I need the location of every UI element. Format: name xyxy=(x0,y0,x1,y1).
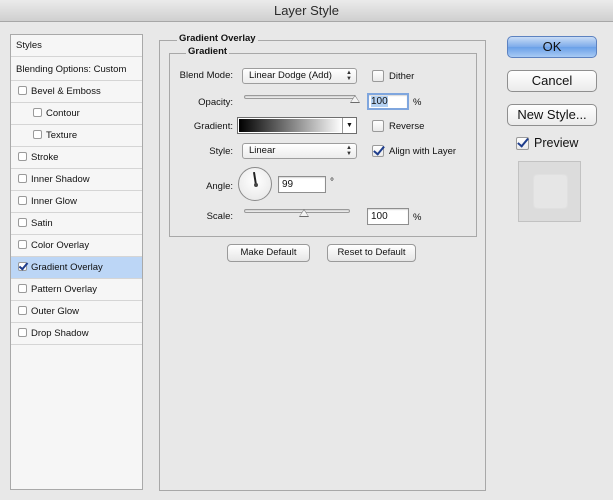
style-item-inner-glow[interactable]: Inner Glow xyxy=(11,191,142,213)
style-item-label: Inner Shadow xyxy=(31,174,90,185)
updown-arrows-icon: ▲ ▼ xyxy=(346,145,352,157)
style-checkbox[interactable] xyxy=(18,174,27,183)
style-item-label: Contour xyxy=(46,108,80,119)
scale-slider[interactable] xyxy=(244,209,350,213)
window-title-bar[interactable]: Layer Style xyxy=(0,0,613,22)
new-style-button[interactable]: New Style... xyxy=(507,104,597,126)
style-item-satin[interactable]: Satin xyxy=(11,213,142,235)
make-default-button[interactable]: Make Default xyxy=(227,244,310,262)
style-checkbox[interactable] xyxy=(33,130,42,139)
style-checkbox[interactable] xyxy=(18,196,27,205)
ok-label: OK xyxy=(542,39,562,54)
style-select[interactable]: Linear ▲ ▼ xyxy=(242,143,357,159)
style-item-contour[interactable]: Contour xyxy=(11,103,142,125)
make-default-label: Make Default xyxy=(240,247,297,258)
new-style-label: New Style... xyxy=(517,107,587,122)
opacity-slider-thumb[interactable] xyxy=(350,95,360,103)
style-item-color-overlay[interactable]: Color Overlay xyxy=(11,235,142,257)
blending-options-item[interactable]: Blending Options: Custom xyxy=(11,59,142,81)
preview-swatch xyxy=(535,176,566,207)
style-checkbox[interactable] xyxy=(18,262,27,271)
dither-label: Dither xyxy=(389,71,415,82)
style-item-stroke[interactable]: Stroke xyxy=(11,147,142,169)
group-title: Gradient xyxy=(186,46,230,57)
style-item-drop-shadow[interactable]: Drop Shadow xyxy=(11,323,142,345)
scale-slider-thumb[interactable] xyxy=(298,209,309,217)
styles-header-label: Styles xyxy=(16,40,42,51)
styles-header[interactable]: Styles xyxy=(11,35,142,57)
style-item-inner-shadow[interactable]: Inner Shadow xyxy=(11,169,142,191)
blend-mode-value: Linear Dodge (Add) xyxy=(249,70,332,81)
reverse-label: Reverse xyxy=(389,121,425,132)
style-checkbox[interactable] xyxy=(18,306,27,315)
dropdown-arrow-icon[interactable]: ▼ xyxy=(342,118,356,133)
reverse-checkbox[interactable] xyxy=(372,120,384,132)
style-checkbox[interactable] xyxy=(33,108,42,117)
align-with-layer-checkbox[interactable] xyxy=(372,145,384,157)
angle-value: 99 xyxy=(282,179,294,190)
align-with-layer-label: Align with Layer xyxy=(389,146,457,157)
style-item-label: Satin xyxy=(31,218,53,229)
cancel-label: Cancel xyxy=(531,73,573,88)
angle-dial-center xyxy=(254,183,258,187)
style-checkbox[interactable] xyxy=(18,218,27,227)
style-item-label: Texture xyxy=(46,130,78,141)
updown-arrows-icon: ▲ ▼ xyxy=(346,70,352,82)
opacity-input[interactable]: 100 xyxy=(367,93,409,110)
reset-to-default-label: Reset to Default xyxy=(337,247,406,258)
angle-dial[interactable] xyxy=(238,167,272,201)
style-item-label: Stroke xyxy=(31,152,59,163)
reset-to-default-button[interactable]: Reset to Default xyxy=(327,244,416,262)
blend-mode-select[interactable]: Linear Dodge (Add) ▲ ▼ xyxy=(242,68,357,84)
scale-label: Scale: xyxy=(206,211,233,222)
preview-label: Preview xyxy=(534,136,579,150)
style-value: Linear xyxy=(249,145,276,156)
cancel-button[interactable]: Cancel xyxy=(507,70,597,92)
dither-checkbox[interactable] xyxy=(372,70,384,82)
opacity-unit: % xyxy=(413,97,422,108)
style-preview-thumbnail xyxy=(518,161,581,222)
opacity-slider[interactable] xyxy=(244,95,356,99)
style-checkbox[interactable] xyxy=(18,284,27,293)
opacity-label: Opacity: xyxy=(198,97,233,108)
style-checkbox[interactable] xyxy=(18,152,27,161)
gradient-label: Gradient: xyxy=(193,121,233,132)
ok-button[interactable]: OK xyxy=(507,36,597,58)
style-item-pattern-overlay[interactable]: Pattern Overlay xyxy=(11,279,142,301)
scale-input[interactable]: 100 xyxy=(367,208,409,225)
angle-unit: ° xyxy=(330,177,334,188)
style-item-gradient-overlay[interactable]: Gradient Overlay xyxy=(11,257,142,279)
blending-options-label: Blending Options: Custom xyxy=(16,64,127,75)
opacity-value: 100 xyxy=(371,96,388,107)
style-item-label: Bevel & Emboss xyxy=(31,86,101,97)
style-checkbox[interactable] xyxy=(18,328,27,337)
style-item-label: Gradient Overlay xyxy=(31,262,103,273)
blend-mode-label: Blend Mode: xyxy=(179,70,233,81)
angle-label: Angle: xyxy=(206,181,233,192)
style-item-label: Drop Shadow xyxy=(31,328,89,339)
style-item-label: Color Overlay xyxy=(31,240,90,251)
style-checkbox[interactable] xyxy=(18,86,27,95)
angle-input[interactable]: 99 xyxy=(278,176,326,193)
style-item-label: Pattern Overlay xyxy=(31,284,97,295)
styles-list: Styles Blending Options: Custom Bevel & … xyxy=(10,34,143,490)
scale-unit: % xyxy=(413,212,422,223)
preview-checkbox[interactable] xyxy=(516,137,529,150)
gradient-swatch[interactable] xyxy=(239,119,342,132)
style-item-outer-glow[interactable]: Outer Glow xyxy=(11,301,142,323)
style-checkbox[interactable] xyxy=(18,240,27,249)
gradient-picker[interactable]: ▼ xyxy=(237,117,357,134)
style-label: Style: xyxy=(209,146,233,157)
window-title: Layer Style xyxy=(273,3,340,18)
style-item-label: Inner Glow xyxy=(31,196,77,207)
style-item-texture[interactable]: Texture xyxy=(11,125,142,147)
style-item-label: Outer Glow xyxy=(31,306,80,317)
panel-title: Gradient Overlay xyxy=(177,33,258,44)
scale-value: 100 xyxy=(371,211,388,222)
style-item-bevel-emboss[interactable]: Bevel & Emboss xyxy=(11,81,142,103)
